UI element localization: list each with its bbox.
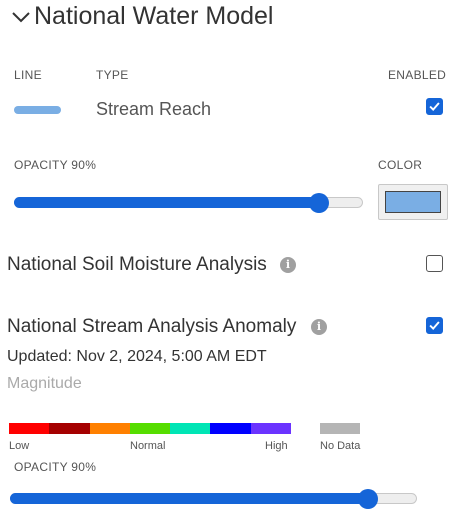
no-data-swatch — [320, 423, 360, 434]
anomaly-opacity-label: OPACITY 90% — [14, 460, 97, 474]
anomaly-opacity-slider[interactable] — [10, 489, 417, 509]
magnitude-label: Magnitude — [7, 375, 82, 392]
legend-high-label: High — [265, 440, 288, 452]
legend-nodata-label: No Data — [320, 440, 361, 452]
soil-moisture-title: National Soil Moisture Analysis — [7, 254, 267, 275]
color-swatch — [385, 191, 441, 213]
opacity-slider-fill — [14, 197, 318, 208]
layer-type-label: Stream Reach — [96, 99, 212, 119]
legend-normal-label: Normal — [130, 440, 166, 452]
stream-anomaly-checkbox[interactable] — [426, 317, 443, 334]
color-label: COLOR — [378, 158, 423, 172]
line-style-swatch[interactable] — [14, 106, 61, 114]
color-picker-button[interactable] — [378, 184, 448, 220]
info-icon[interactable]: i — [311, 319, 327, 335]
soil-moisture-checkbox[interactable] — [426, 255, 443, 272]
legend-segment — [9, 423, 50, 434]
updated-timestamp: Updated: Nov 2, 2024, 5:00 AM EDT — [7, 348, 267, 365]
legend-segment — [129, 423, 171, 434]
anomaly-opacity-slider-thumb[interactable] — [358, 489, 378, 509]
checkmark-icon — [429, 102, 440, 112]
opacity-slider-thumb[interactable] — [309, 193, 329, 213]
chevron-down-icon[interactable] — [10, 6, 32, 28]
stream-anomaly-title: National Stream Analysis Anomaly — [7, 316, 297, 337]
checkmark-icon — [429, 321, 440, 331]
legend-segment — [210, 423, 251, 434]
column-header-enabled: ENABLED — [388, 68, 447, 82]
column-header-line: LINE — [14, 68, 42, 82]
anomaly-opacity-slider-fill — [10, 493, 367, 504]
info-icon[interactable]: i — [280, 257, 296, 273]
legend-segment — [89, 423, 130, 434]
legend-low-label: Low — [9, 440, 30, 452]
opacity-slider[interactable] — [14, 193, 363, 213]
legend-segment — [170, 423, 211, 434]
opacity-label: OPACITY 90% — [14, 158, 97, 172]
stream-reach-enabled-checkbox[interactable] — [426, 98, 443, 115]
legend-segment — [49, 423, 90, 434]
section-title-national-water-model: National Water Model — [34, 2, 274, 30]
magnitude-legend-bar — [9, 423, 291, 434]
legend-segment — [250, 423, 291, 434]
column-header-type: TYPE — [96, 68, 129, 82]
